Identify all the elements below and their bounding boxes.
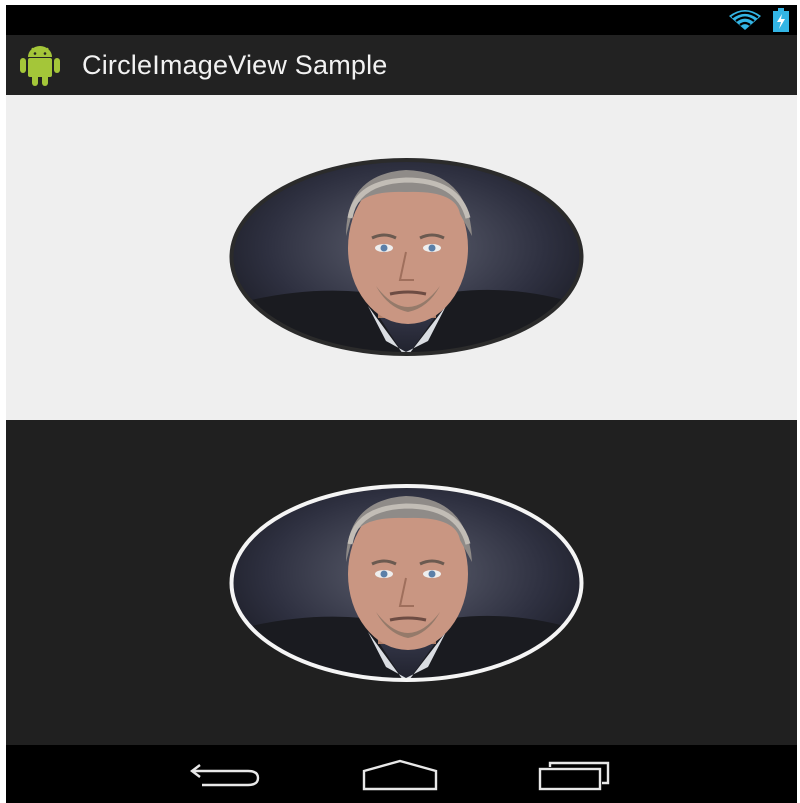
action-bar: CircleImageView Sample (6, 35, 797, 95)
light-panel (6, 95, 797, 420)
portrait-photo (231, 486, 582, 680)
device-screen: CircleImageView Sample (6, 5, 797, 803)
home-button[interactable] (360, 755, 440, 795)
recents-button[interactable] (534, 755, 614, 795)
home-icon (362, 759, 438, 791)
status-bar (6, 5, 797, 35)
app-title: CircleImageView Sample (82, 49, 388, 80)
recents-icon (538, 761, 610, 791)
battery-charging-icon (773, 8, 789, 32)
navigation-bar (6, 745, 797, 803)
circle-image-dark[interactable] (228, 482, 585, 684)
portrait-photo (231, 160, 582, 354)
back-icon (190, 764, 260, 787)
wifi-icon (729, 10, 761, 30)
android-icon (20, 46, 60, 86)
dark-panel (6, 420, 797, 745)
back-button[interactable] (186, 755, 266, 795)
circle-image-light[interactable] (228, 156, 585, 358)
